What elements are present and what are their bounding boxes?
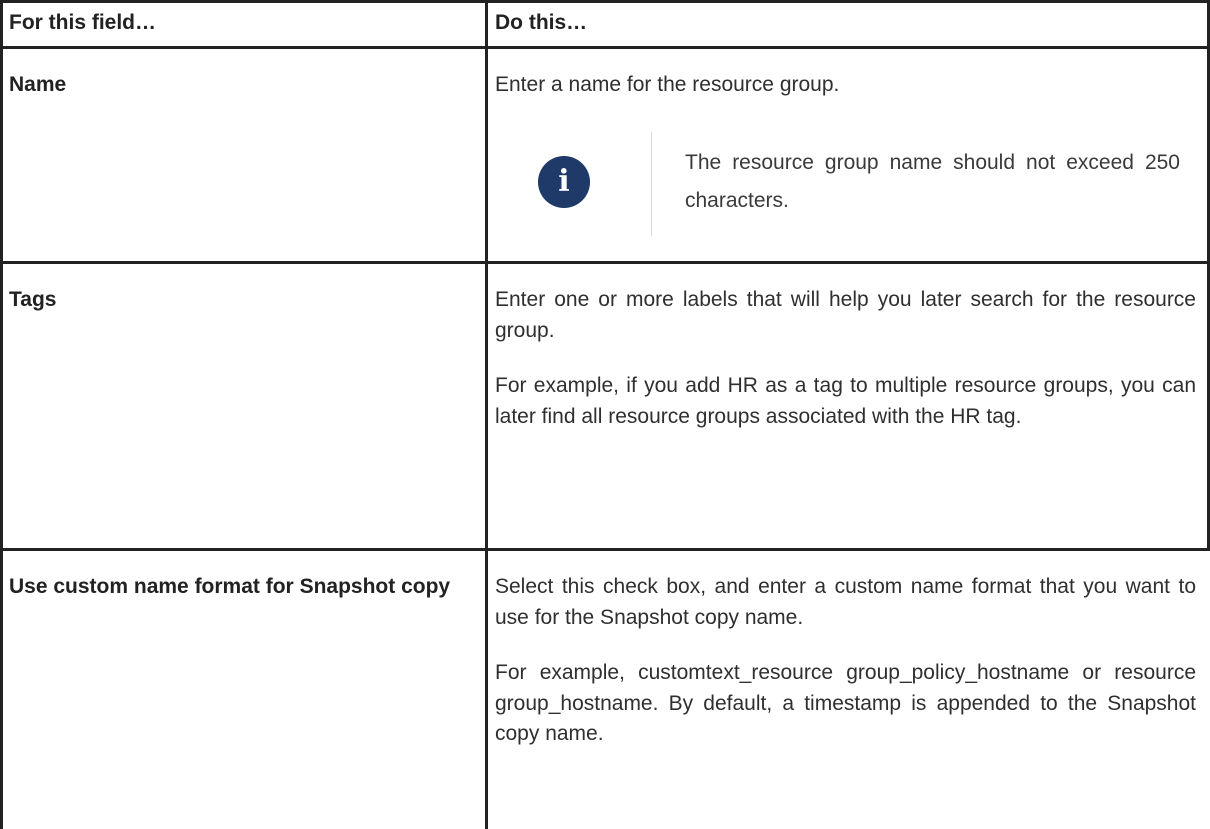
- field-label: Use custom name format for Snapshot copy: [9, 575, 451, 598]
- table-header-action: Do this…: [495, 11, 588, 34]
- info-icon: i: [538, 156, 590, 208]
- table-border-left: [0, 0, 3, 829]
- table-row-description: Enter one or more labels that will help …: [495, 285, 1196, 432]
- note-text: The resource group name should not excee…: [685, 151, 1180, 212]
- description-paragraph: Select this check box, and enter a custo…: [495, 575, 1196, 629]
- description-paragraph: For example, if you add HR as a tag to m…: [495, 374, 1196, 428]
- table-border-top: [0, 0, 1210, 3]
- table-row-field: Use custom name format for Snapshot copy: [9, 572, 478, 603]
- table-row-divider-1: [0, 261, 1210, 264]
- table-column-divider: [485, 0, 488, 829]
- table-row-divider-2: [0, 548, 1210, 551]
- table-row-field: Tags: [9, 288, 57, 311]
- description-paragraph: Enter a name for the resource group.: [495, 73, 840, 96]
- description-paragraph: Enter one or more labels that will help …: [495, 288, 1196, 342]
- table-row-description: Enter a name for the resource group.: [495, 70, 1196, 101]
- table-row-field: Name: [9, 73, 67, 96]
- note-callout: i The resource group name should not exc…: [538, 132, 1198, 236]
- table-header-field: For this field…: [9, 11, 156, 34]
- note-divider: [651, 132, 652, 236]
- table-row-description: Select this check box, and enter a custo…: [495, 572, 1196, 750]
- description-paragraph: For example, customtext_resource group_p…: [495, 661, 1196, 745]
- table-header-divider: [0, 46, 1210, 49]
- field-table: For this field… Do this… Name Enter a na…: [0, 0, 1210, 829]
